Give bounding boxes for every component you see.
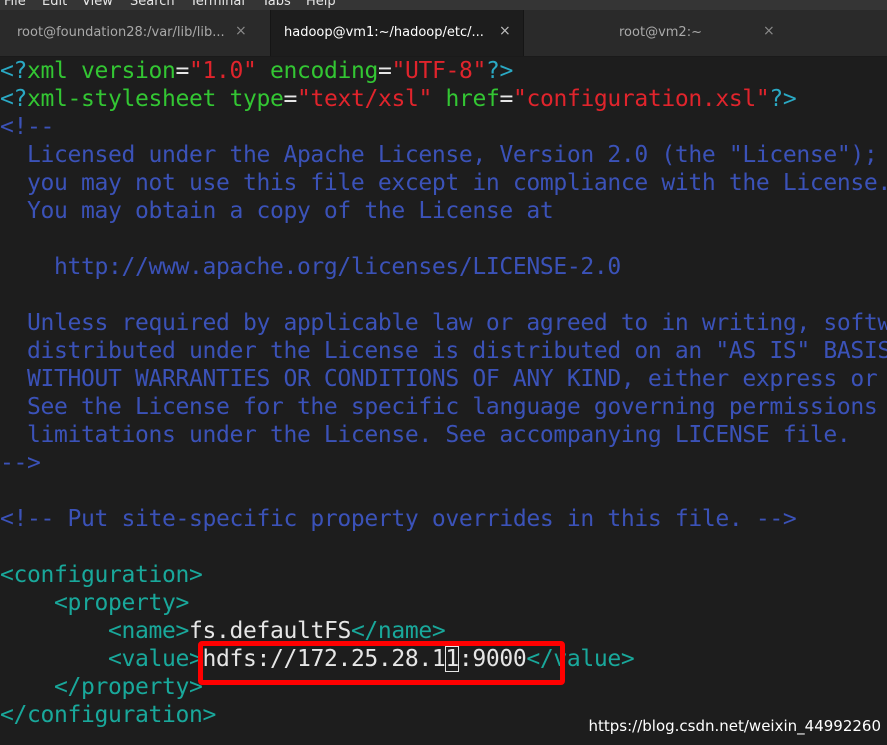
menu-help[interactable]: Help bbox=[306, 0, 336, 10]
close-icon[interactable]: × bbox=[235, 23, 247, 40]
terminal-view[interactable]: <?xml version="1.0" encoding="UTF-8"?> <… bbox=[0, 57, 887, 745]
property-open-tag: <property> bbox=[54, 590, 189, 616]
configuration-close-tag: </configuration> bbox=[0, 702, 216, 728]
license-comment-line: you may not use this file except in comp… bbox=[0, 170, 887, 196]
menu-terminal[interactable]: Terminal bbox=[190, 0, 245, 10]
value-open-tag: <value> bbox=[107, 646, 203, 672]
license-comment-line: distributed under the License is distrib… bbox=[0, 338, 887, 364]
tab-foundation28[interactable]: root@foundation28:/var/lib/lib... × bbox=[0, 10, 270, 56]
name-open-tag: <name> bbox=[107, 618, 189, 644]
site-comment: <!-- Put site-specific property override… bbox=[0, 506, 797, 532]
menu-search[interactable]: Search bbox=[130, 0, 175, 10]
license-comment-line: WITHOUT WARRANTIES OR CONDITIONS OF ANY … bbox=[26, 366, 878, 392]
tab-label: root@foundation28:/var/lib/lib... bbox=[17, 25, 225, 40]
property-close-line: </property> bbox=[0, 673, 203, 701]
license-comment-line: Unless required by applicable law or agr… bbox=[0, 310, 887, 336]
license-comment-line: You may obtain a copy of the License at bbox=[0, 198, 554, 224]
tab-label: hadoop@vm1:~/hadoop/etc/... bbox=[284, 25, 484, 40]
license-url-line: http://www.apache.org/licenses/LICENSE-2… bbox=[0, 254, 621, 280]
tab-vm1[interactable]: hadoop@vm1:~/hadoop/etc/... × bbox=[270, 10, 524, 56]
property-open-line: <property> bbox=[0, 589, 189, 617]
menu-view[interactable]: View bbox=[82, 0, 113, 10]
xml-stylesheet-line: <?xml-stylesheet type="text/xsl" href="c… bbox=[0, 86, 797, 112]
tab-label: root@vm2:~ bbox=[619, 25, 702, 40]
configuration-open-tag: <configuration> bbox=[0, 562, 203, 588]
close-icon[interactable]: × bbox=[499, 23, 511, 40]
license-comment-line: See the License for the specific languag… bbox=[0, 394, 887, 420]
tab-vm2[interactable]: root@vm2:~ × bbox=[524, 10, 794, 56]
license-comment-line: <!-- bbox=[0, 114, 54, 140]
close-icon[interactable]: × bbox=[763, 23, 775, 40]
property-close-tag: </property> bbox=[54, 674, 203, 700]
menu-bar: File Edit View Search Terminal Tabs Help bbox=[0, 0, 887, 10]
tab-bar: root@foundation28:/var/lib/lib... × hado… bbox=[0, 10, 887, 57]
license-comment-end: --> bbox=[0, 450, 41, 476]
menu-edit[interactable]: Edit bbox=[42, 0, 67, 10]
red-highlight-box bbox=[198, 641, 565, 685]
watermark: https://blog.csdn.net/weixin_44992260 bbox=[588, 717, 881, 735]
license-comment-line: Licensed under the Apache License, Versi… bbox=[0, 142, 878, 168]
menu-tabs[interactable]: Tabs bbox=[262, 0, 291, 10]
license-comment-line: limitations under the License. See accom… bbox=[0, 422, 851, 448]
menu-file[interactable]: File bbox=[4, 0, 26, 10]
xml-declaration: <?xml version="1.0" encoding="UTF-8"?> bbox=[0, 58, 513, 84]
